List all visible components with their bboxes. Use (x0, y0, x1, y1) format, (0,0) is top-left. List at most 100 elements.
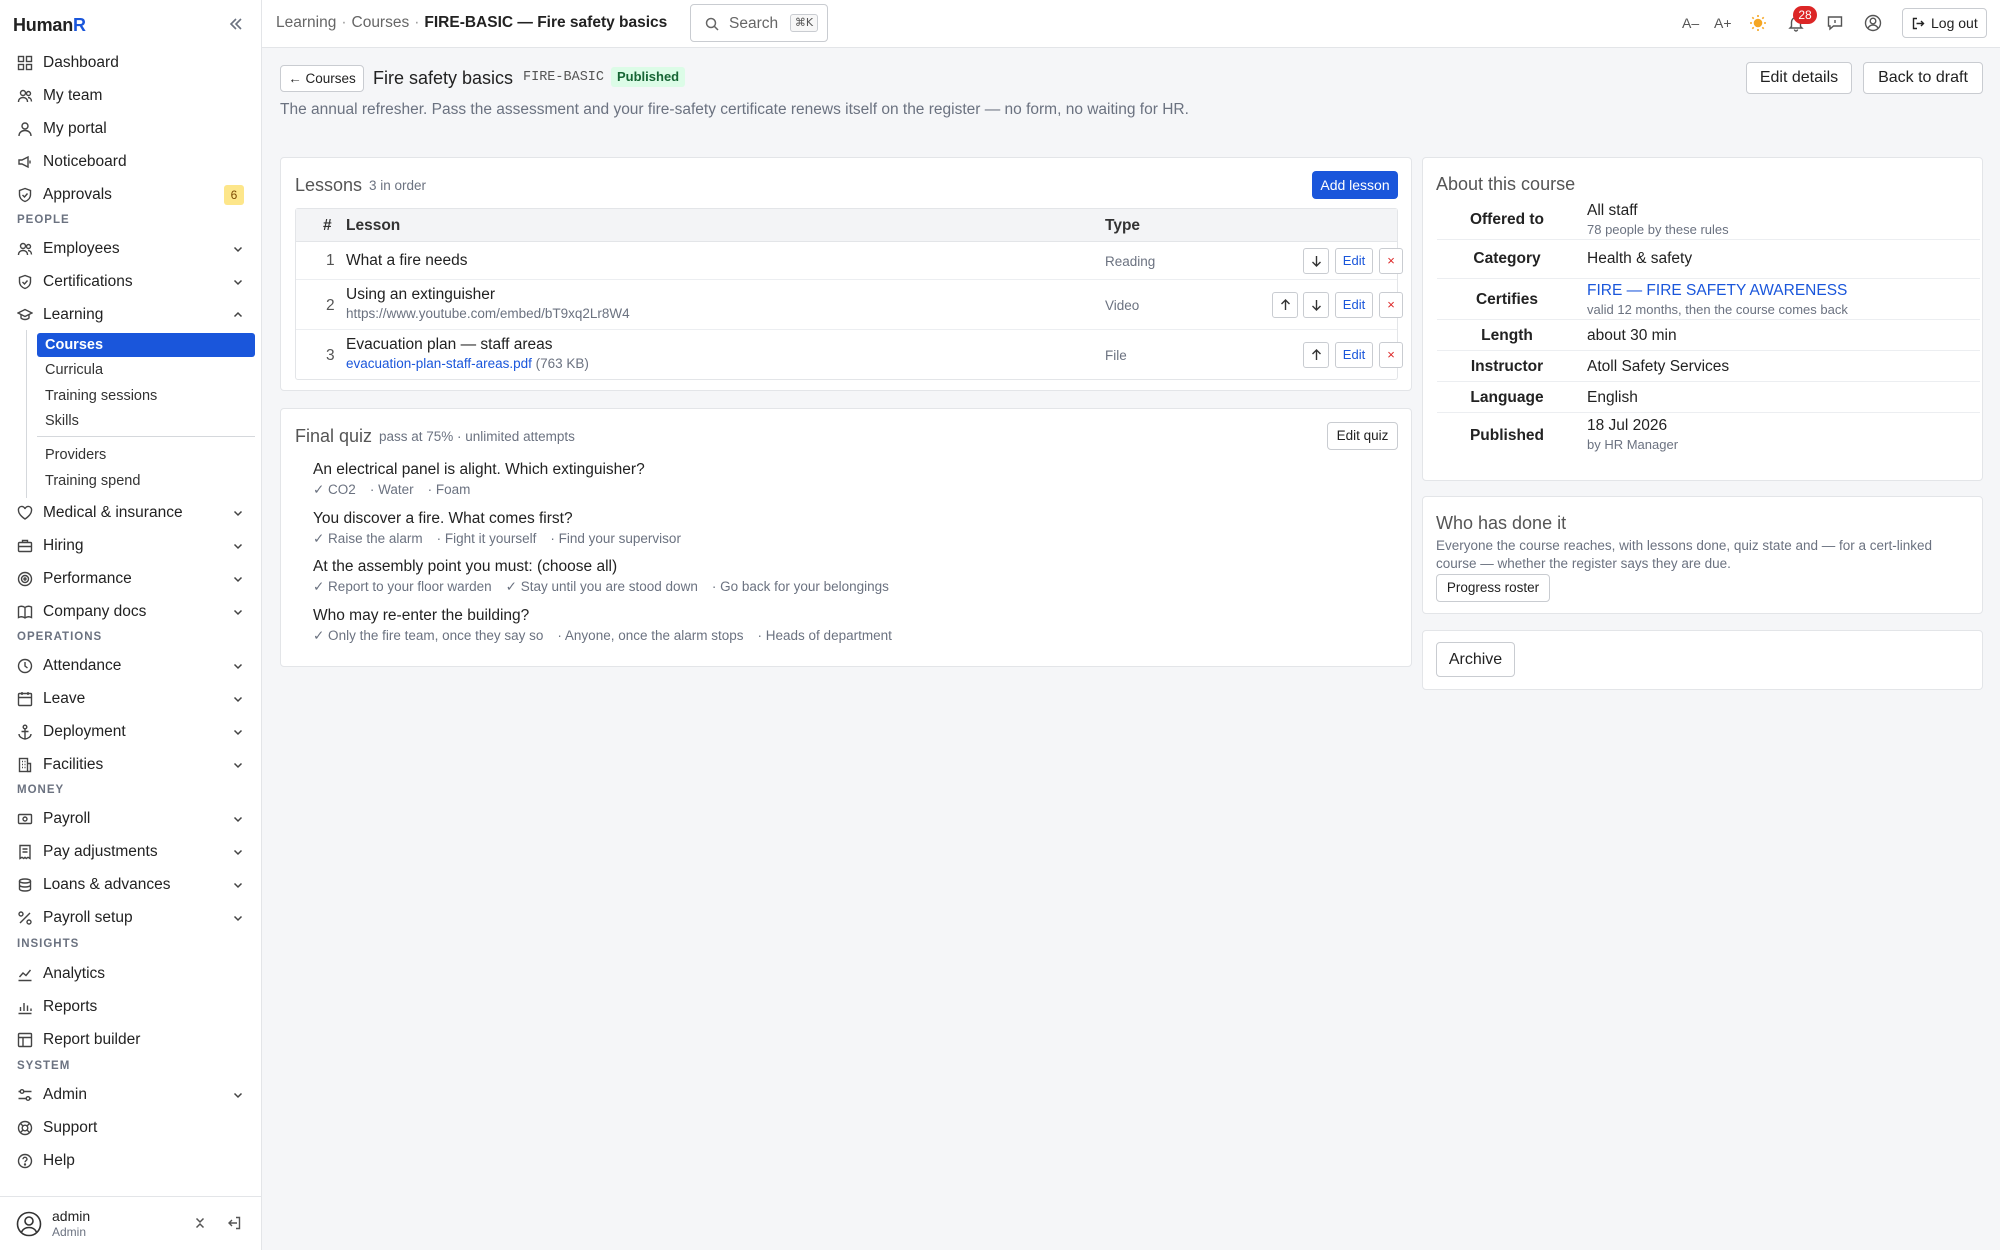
sidebar-item-learning[interactable]: Learning (0, 300, 262, 330)
sidebar-item-label: Approvals (43, 186, 112, 203)
sidebar-item-payroll-setup[interactable]: Payroll setup (0, 903, 262, 933)
sidebar-item-analytics[interactable]: Analytics (0, 959, 262, 989)
section-label-insights: INSIGHTS (17, 938, 80, 950)
lesson-file: evacuation-plan-staff-areas.pdf (763 KB) (346, 356, 589, 371)
sidebar-subitem-skills[interactable]: Skills (37, 409, 255, 433)
account-icon[interactable] (1864, 14, 1882, 32)
brand-logo[interactable]: HumanR (13, 15, 86, 36)
move-up-button[interactable] (1303, 342, 1329, 368)
back-to-courses-button[interactable]: ← Courses (280, 65, 364, 92)
sidebar-item-certifications[interactable]: Certifications (0, 267, 262, 297)
delete-lesson-button[interactable]: × (1379, 292, 1403, 318)
sidebar-item-label: Noticeboard (43, 153, 127, 170)
avatar-icon[interactable] (16, 1211, 42, 1237)
table-row: 3 Evacuation plan — staff areas evacuati… (296, 330, 1403, 380)
course-description: The annual refresher. Pass the assessmen… (280, 101, 1189, 118)
detail-row-published: Published 18 Jul 2026 by HR Manager (1437, 413, 1980, 457)
help-circle-icon (17, 1153, 33, 1169)
sidebar-item-leave[interactable]: Leave (0, 684, 262, 714)
lesson-file-link[interactable]: evacuation-plan-staff-areas.pdf (346, 356, 532, 371)
font-larger-button[interactable]: A+ (1714, 15, 1732, 31)
banknote-icon (17, 811, 33, 827)
sidebar-item-my-team[interactable]: My team (0, 81, 262, 111)
logout-icon[interactable] (226, 1215, 242, 1231)
message-icon[interactable] (1826, 14, 1844, 32)
chevrons-up-down-icon[interactable] (193, 1216, 207, 1230)
lesson-title[interactable]: What a fire needs (346, 252, 467, 270)
sidebar-item-loans-advances[interactable]: Loans & advances (0, 870, 262, 900)
breadcrumb-separator: · (414, 14, 420, 31)
certification-link[interactable]: FIRE — FIRE SAFETY AWARENESS (1587, 282, 1847, 300)
sidebar-item-report-builder[interactable]: Report builder (0, 1025, 262, 1055)
sidebar-item-noticeboard[interactable]: Noticeboard (0, 147, 262, 177)
progress-roster-button[interactable]: Progress roster (1436, 574, 1550, 602)
sidebar-item-label: Deployment (43, 723, 126, 740)
move-down-button[interactable] (1303, 292, 1329, 318)
breadcrumb-courses[interactable]: Courses (352, 14, 410, 31)
move-up-button[interactable] (1272, 292, 1298, 318)
sidebar-item-medical-insurance[interactable]: Medical & insurance (0, 498, 262, 528)
sidebar-item-facilities[interactable]: Facilities (0, 750, 262, 780)
chevron-down-icon (232, 879, 244, 891)
sidebar-item-deployment[interactable]: Deployment (0, 717, 262, 747)
edit-details-button[interactable]: Edit details (1746, 62, 1852, 94)
who-description: Everyone the course reaches, with lesson… (1436, 538, 1933, 571)
sidebar-item-label: Loans & advances (43, 876, 171, 893)
sidebar-subitem-providers[interactable]: Providers (37, 443, 255, 467)
font-smaller-button[interactable]: A– (1682, 15, 1699, 31)
who-title: Who has done it (1436, 513, 1567, 533)
logout-button[interactable]: Log out (1902, 8, 1987, 38)
sidebar-item-reports[interactable]: Reports (0, 992, 262, 1022)
sidebar-item-performance[interactable]: Performance (0, 564, 262, 594)
lesson-title[interactable]: Using an extinguisher (346, 286, 495, 304)
clock-icon (17, 658, 33, 674)
edit-lesson-button[interactable]: Edit (1335, 342, 1373, 368)
edit-lesson-button[interactable]: Edit (1335, 292, 1373, 318)
sidebar-item-employees[interactable]: Employees (0, 234, 262, 264)
sidebar-item-my-portal[interactable]: My portal (0, 114, 262, 144)
edit-lesson-button[interactable]: Edit (1335, 248, 1373, 274)
archive-card: Archive (1422, 630, 1983, 690)
sun-icon[interactable] (1749, 14, 1767, 32)
sidebar-item-label: My team (43, 87, 103, 104)
sidebar-item-label: Facilities (43, 756, 104, 773)
back-to-draft-button[interactable]: Back to draft (1863, 62, 1983, 94)
edit-quiz-button[interactable]: Edit quiz (1327, 422, 1398, 450)
sidebar-item-admin[interactable]: Admin (0, 1080, 262, 1110)
sidebar-item-dashboard[interactable]: Dashboard (0, 48, 262, 78)
sidebar-item-support[interactable]: Support (0, 1113, 262, 1143)
lessons-card: Lessons 3 in order Add lesson # Lesson T… (280, 157, 1412, 391)
learning-submenu: Courses Curricula Training sessions Skil… (26, 330, 256, 498)
archive-button[interactable]: Archive (1436, 642, 1515, 677)
lesson-title[interactable]: Evacuation plan — staff areas (346, 336, 553, 354)
sidebar-item-company-docs[interactable]: Company docs (0, 597, 262, 627)
quiz-option: · Fight it yourself (436, 531, 537, 546)
section-label-people: PEOPLE (17, 214, 70, 226)
lessons-count: 3 in order (369, 178, 427, 193)
add-lesson-button[interactable]: Add lesson (1312, 171, 1398, 199)
sidebar-item-hiring[interactable]: Hiring (0, 531, 262, 561)
breadcrumb-learning[interactable]: Learning (276, 14, 336, 31)
breadcrumb-separator: · (341, 14, 347, 31)
move-down-button[interactable] (1303, 248, 1329, 274)
collapse-sidebar-icon[interactable] (226, 14, 246, 34)
sidebar-item-approvals[interactable]: Approvals 6 (0, 180, 262, 210)
chevron-down-icon (232, 660, 244, 672)
sidebar-subitem-training-spend[interactable]: Training spend (37, 469, 255, 493)
sidebar-subitem-curricula[interactable]: Curricula (37, 358, 255, 382)
sidebar-item-payroll[interactable]: Payroll (0, 804, 262, 834)
sidebar-item-label: Learning (43, 306, 104, 323)
search-button[interactable]: Search ⌘K (690, 4, 828, 42)
quiz-options: ✓ Raise the alarm · Fight it yourself · Fi… (313, 531, 695, 547)
delete-lesson-button[interactable]: × (1379, 248, 1403, 274)
sidebar-item-label: Help (43, 1152, 75, 1169)
logout-icon (1912, 17, 1925, 30)
detail-value: 18 Jul 2026 (1587, 417, 1668, 434)
sidebar-subitem-courses[interactable]: Courses (37, 333, 255, 357)
delete-lesson-button[interactable]: × (1379, 342, 1403, 368)
sidebar-item-help[interactable]: Help (0, 1146, 262, 1176)
sidebar-subitem-training-sessions[interactable]: Training sessions (37, 384, 255, 408)
sidebar-item-attendance[interactable]: Attendance (0, 651, 262, 681)
table-row: 2 Using an extinguisher https://www.yout… (296, 280, 1403, 330)
sidebar-item-pay-adjustments[interactable]: Pay adjustments (0, 837, 262, 867)
